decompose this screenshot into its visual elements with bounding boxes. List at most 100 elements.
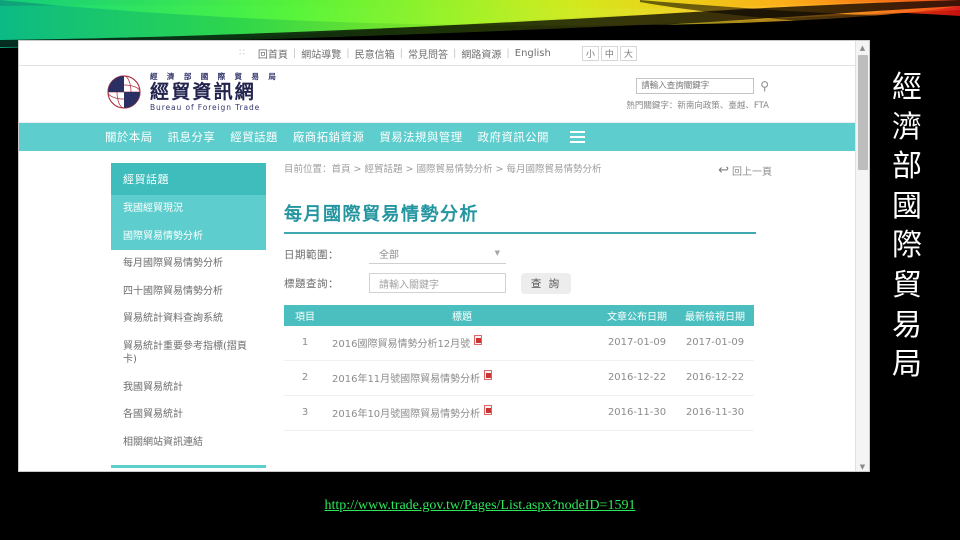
table-header-row: 項目 標題 文章公布日期 最新檢視日期 [284,304,754,326]
util-link-sitemap[interactable]: 網站導覽 [296,46,346,61]
webpage: ∷ 回首頁 | 網站導覽 | 民意信箱 | 常見問答 | 網路資源 | Engl… [19,41,857,471]
util-link-english[interactable]: English [510,48,556,59]
slide-canvas: ∷ 回首頁 | 網站導覽 | 民意信箱 | 常見問答 | 網路資源 | Engl… [0,0,960,540]
util-link-feedback[interactable]: 民意信箱 [350,46,400,61]
nav-item-topics[interactable]: 經貿話題 [230,129,278,145]
sidebar-item-domestic-statistics[interactable]: 我國貿易統計 [111,373,266,401]
font-size-large-button[interactable]: 大 [619,45,637,61]
logo-main-title: 經貿資訊網 [150,80,257,103]
row-index: 1 [301,337,309,349]
row-published-date: 2016-11-30 [607,407,667,419]
page-title: 每月國際貿易情勢分析 [284,203,479,225]
row-title-cell[interactable]: 2016年11月號國際貿易情勢分析 [326,369,598,386]
sidebar-item-key-indicators[interactable]: 貿易統計重要參考指標(摺頁卡) [111,332,266,374]
nav-item-news[interactable]: 訊息分享 [168,129,216,145]
search-icon[interactable]: ⚲ [760,79,769,93]
row-title: 2016國際貿易情勢分析12月號 [332,339,471,351]
decorative-dots-icon: ∷ [239,48,246,58]
main-nav: 關於本局 訊息分享 經貿話題 廠商拓銷資源 貿易法規與管理 政府資訊公開 [19,123,857,151]
sidebar-footer-bar [111,465,266,468]
date-range-row: 日期範圍： 全部 ▼ [284,246,774,264]
sidebar-item-intl-trade-analysis[interactable]: 國際貿易情勢分析 [111,222,266,250]
util-link-home[interactable]: 回首頁 [253,46,293,61]
browser-window: ∷ 回首頁 | 網站導覽 | 民意信箱 | 常見問答 | 網路資源 | Engl… [18,40,870,472]
vertical-title-char: 國 [892,188,924,224]
breadcrumb: 目前位置：首頁 > 經貿話題 > 國際貿易情勢分析 > 每月國際貿易情勢分析 [284,164,602,175]
nav-item-marketing-resources[interactable]: 廠商拓銷資源 [293,129,364,145]
title-divider [284,231,756,234]
util-link-resources[interactable]: 網路資源 [456,46,506,61]
font-size-medium-button[interactable]: 中 [600,45,618,61]
utility-nav: ∷ 回首頁 | 網站導覽 | 民意信箱 | 常見問答 | 網路資源 | Engl… [19,41,857,66]
site-header: 經 濟 部 國 際 貿 易 局 經貿資訊網 Bureau of Foreign … [19,66,857,123]
vertical-title-char: 濟 [892,109,924,145]
hot-keywords: 熱門關鍵字：新南向政策、臺越、FTA [626,99,769,111]
vertical-title-char: 際 [892,228,924,264]
chevron-down-icon: ▼ [494,249,500,258]
font-size-controls: 小 中 大 [581,45,637,61]
back-link-label: 回上一頁 [732,167,772,178]
row-reviewed-date: 2016-12-22 [685,372,745,384]
sidebar-nav: 經貿話題 我國經貿現況 國際貿易情勢分析 每月國際貿易情勢分析 四十國際貿易情勢… [111,163,266,468]
scrollbar-thumb[interactable] [858,55,868,170]
logo-english-title: Bureau of Foreign Trade [150,102,261,112]
sidebar-heading: 經貿話題 [111,163,266,195]
table-row[interactable]: 1 2016國際貿易情勢分析12月號 2017-01-09 2017-01-09 [284,326,754,361]
hamburger-menu-icon[interactable] [569,130,585,144]
title-search-row: 標題查詢： 請輸入關鍵字 查 詢 [284,272,774,294]
globe-icon [105,73,143,111]
date-range-value: 全部 [379,249,399,261]
hot-keywords-list[interactable]: 新南向政策、臺越、FTA [677,101,769,111]
util-link-faq[interactable]: 常見問答 [403,46,453,61]
row-title-cell[interactable]: 2016國際貿易情勢分析12月號 [326,334,598,351]
sidebar-item-monthly-analysis[interactable]: 每月國際貿易情勢分析 [111,250,266,278]
back-arrow-icon: ↩ [718,163,729,178]
row-title-cell[interactable]: 2016年10月號國際貿易情勢分析 [326,404,598,421]
title-search-input[interactable]: 請輸入關鍵字 [369,273,506,294]
table-row[interactable]: 2 2016年11月號國際貿易情勢分析 2016-12-22 2016-12-2… [284,361,754,396]
sidebar-item-trade-status[interactable]: 我國經貿現況 [111,195,266,223]
nav-item-trade-regulations[interactable]: 貿易法規與管理 [379,129,462,145]
logo-ministry-line: 經 濟 部 國 際 貿 易 局 [150,72,280,81]
results-table: 項目 標題 文章公布日期 最新檢視日期 1 2016國際貿易情勢分析12月號 2 [284,304,754,431]
row-reviewed-date: 2016-11-30 [685,407,745,419]
page-content: 經貿話題 我國經貿現況 國際貿易情勢分析 每月國際貿易情勢分析 四十國際貿易情勢… [19,151,857,471]
nav-item-open-government[interactable]: 政府資訊公開 [478,129,549,145]
site-logo[interactable]: 經 濟 部 國 際 貿 易 局 經貿資訊網 Bureau of Foreign … [105,73,279,111]
table-row[interactable]: 3 2016年10月號國際貿易情勢分析 2016-11-30 2016-11-3… [284,396,754,431]
font-size-small-button[interactable]: 小 [581,45,599,61]
main-column: 目前位置：首頁 > 經貿話題 > 國際貿易情勢分析 > 每月國際貿易情勢分析 ↩… [284,161,774,431]
sidebar-item-statistics-query[interactable]: 貿易統計資料查詢系統 [111,305,266,333]
sidebar-item-forty-country-analysis[interactable]: 四十國際貿易情勢分析 [111,277,266,305]
caption-url: http://www.trade.gov.tw/Pages/List.aspx?… [0,494,960,514]
pdf-icon[interactable] [484,369,493,380]
row-published-date: 2017-01-09 [607,337,667,349]
date-range-select[interactable]: 全部 ▼ [369,246,506,264]
sidebar-item-foreign-statistics[interactable]: 各國貿易統計 [111,401,266,429]
sidebar-item-related-links[interactable]: 相關網站資訊連結 [111,428,266,456]
column-header-title: 標題 [452,311,472,323]
submit-search-button[interactable]: 查 詢 [521,272,571,294]
vertical-title-char: 局 [892,347,924,383]
nav-item-about[interactable]: 關於本局 [105,129,153,145]
scroll-down-icon[interactable]: ▼ [856,460,869,471]
row-title: 2016年11月號國際貿易情勢分析 [332,374,481,386]
column-header-reviewed: 最新檢視日期 [685,311,745,323]
pdf-icon[interactable] [474,334,483,345]
search-form: 日期範圍： 全部 ▼ 標題查詢： 請輸入關鍵字 查 詢 [284,246,774,294]
row-title: 2016年10月號國際貿易情勢分析 [332,409,481,421]
row-index: 3 [301,407,309,419]
column-header-published: 文章公布日期 [607,311,667,323]
scroll-up-icon[interactable]: ▲ [856,41,869,54]
row-published-date: 2016-12-22 [607,372,667,384]
vertical-title-char: 貿 [892,267,924,303]
caption-url-link[interactable]: http://www.trade.gov.tw/Pages/List.aspx?… [325,498,636,513]
column-header-index: 項目 [295,311,315,323]
back-link[interactable]: ↩ 回上一頁 [718,163,772,178]
search-input[interactable] [636,78,755,94]
vertical-slide-title: 經 濟 部 國 際 貿 易 局 [886,68,930,385]
pdf-icon[interactable] [484,404,493,415]
site-search: ⚲ [636,78,769,94]
date-range-label: 日期範圍： [284,249,339,262]
vertical-scrollbar[interactable]: ▲ ▼ [855,41,869,471]
